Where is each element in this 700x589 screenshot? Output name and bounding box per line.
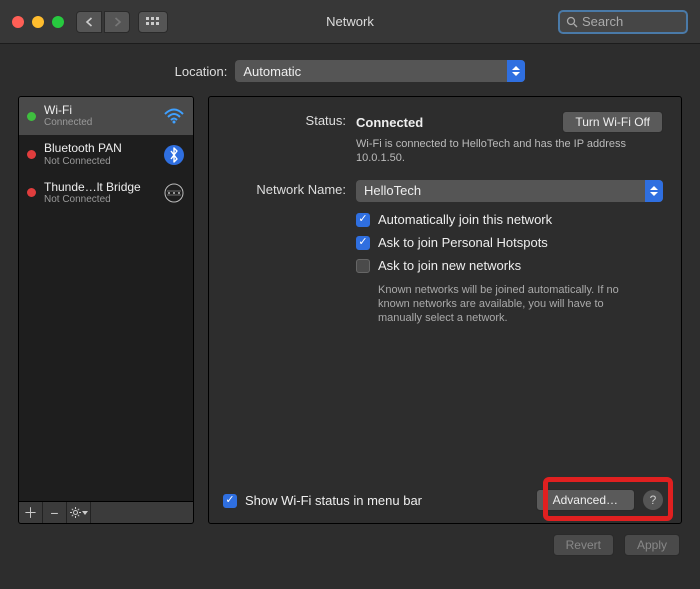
service-list: Wi-Fi Connected Bluetooth PAN Not Co	[18, 96, 194, 502]
location-row: Location: Automatic	[0, 44, 700, 96]
forward-button[interactable]	[104, 11, 130, 33]
status-dot-icon	[27, 150, 36, 159]
service-status: Connected	[44, 117, 155, 129]
ask-new-checkbox[interactable]	[356, 259, 370, 273]
service-name: Wi-Fi	[44, 103, 155, 117]
advanced-button[interactable]: Advanced…	[536, 489, 635, 511]
status-dot-icon	[27, 112, 36, 121]
show-menu-checkbox[interactable]	[223, 494, 237, 508]
network-name-value: HelloTech	[364, 183, 421, 198]
location-label: Location:	[175, 64, 228, 79]
sidebar-item-wifi[interactable]: Wi-Fi Connected	[19, 97, 193, 135]
status-label: Status:	[221, 111, 356, 166]
status-value: Connected	[356, 115, 423, 130]
service-status: Not Connected	[44, 194, 155, 206]
turn-wifi-off-button[interactable]: Turn Wi-Fi Off	[562, 111, 663, 133]
sidebar-item-bluetooth[interactable]: Bluetooth PAN Not Connected	[19, 135, 193, 173]
service-name: Bluetooth PAN	[44, 141, 155, 155]
auto-join-label: Automatically join this network	[378, 212, 552, 227]
ask-new-help: Known networks will be joined automatica…	[378, 283, 638, 326]
sidebar-item-thunderbolt[interactable]: Thunde…lt Bridge Not Connected	[19, 174, 193, 212]
chevron-down-icon	[82, 511, 88, 515]
sidebar-toolbar: ＋ −	[18, 502, 194, 524]
location-select[interactable]: Automatic	[235, 60, 525, 82]
zoom-icon[interactable]	[52, 16, 64, 28]
network-name-select[interactable]: HelloTech	[356, 180, 663, 202]
search-icon	[566, 16, 578, 28]
minimize-icon[interactable]	[32, 16, 44, 28]
traffic-lights	[12, 16, 64, 28]
titlebar: Network Search	[0, 0, 700, 44]
wifi-icon	[163, 105, 185, 127]
back-button[interactable]	[76, 11, 102, 33]
apply-button[interactable]: Apply	[624, 534, 680, 556]
updown-icon	[507, 60, 525, 82]
revert-button[interactable]: Revert	[553, 534, 614, 556]
status-description: Wi-Fi is connected to HelloTech and has …	[356, 137, 646, 166]
add-service-button[interactable]: ＋	[19, 502, 43, 523]
updown-icon	[645, 180, 663, 202]
service-status: Not Connected	[44, 156, 155, 168]
thunderbolt-icon	[163, 182, 185, 204]
gear-icon	[70, 507, 81, 518]
show-menu-label: Show Wi-Fi status in menu bar	[245, 493, 422, 508]
service-name: Thunde…lt Bridge	[44, 180, 155, 194]
show-all-button[interactable]	[138, 11, 168, 33]
footer: Revert Apply	[0, 524, 700, 556]
sidebar: Wi-Fi Connected Bluetooth PAN Not Co	[18, 96, 194, 524]
remove-service-button[interactable]: −	[43, 502, 67, 523]
help-button[interactable]: ?	[643, 490, 663, 510]
status-dot-icon	[27, 188, 36, 197]
auto-join-checkbox[interactable]	[356, 213, 370, 227]
bluetooth-icon	[163, 144, 185, 166]
ask-hotspots-checkbox[interactable]	[356, 236, 370, 250]
detail-pane: Status: Connected Turn Wi-Fi Off Wi-Fi i…	[208, 96, 682, 524]
network-name-label: Network Name:	[221, 180, 356, 334]
ask-new-label: Ask to join new networks	[378, 258, 521, 273]
search-placeholder: Search	[582, 14, 623, 29]
close-icon[interactable]	[12, 16, 24, 28]
nav-buttons	[76, 11, 130, 33]
actions-menu-button[interactable]	[67, 502, 91, 523]
ask-hotspots-label: Ask to join Personal Hotspots	[378, 235, 548, 250]
search-input[interactable]: Search	[558, 10, 688, 34]
location-value: Automatic	[243, 64, 301, 79]
